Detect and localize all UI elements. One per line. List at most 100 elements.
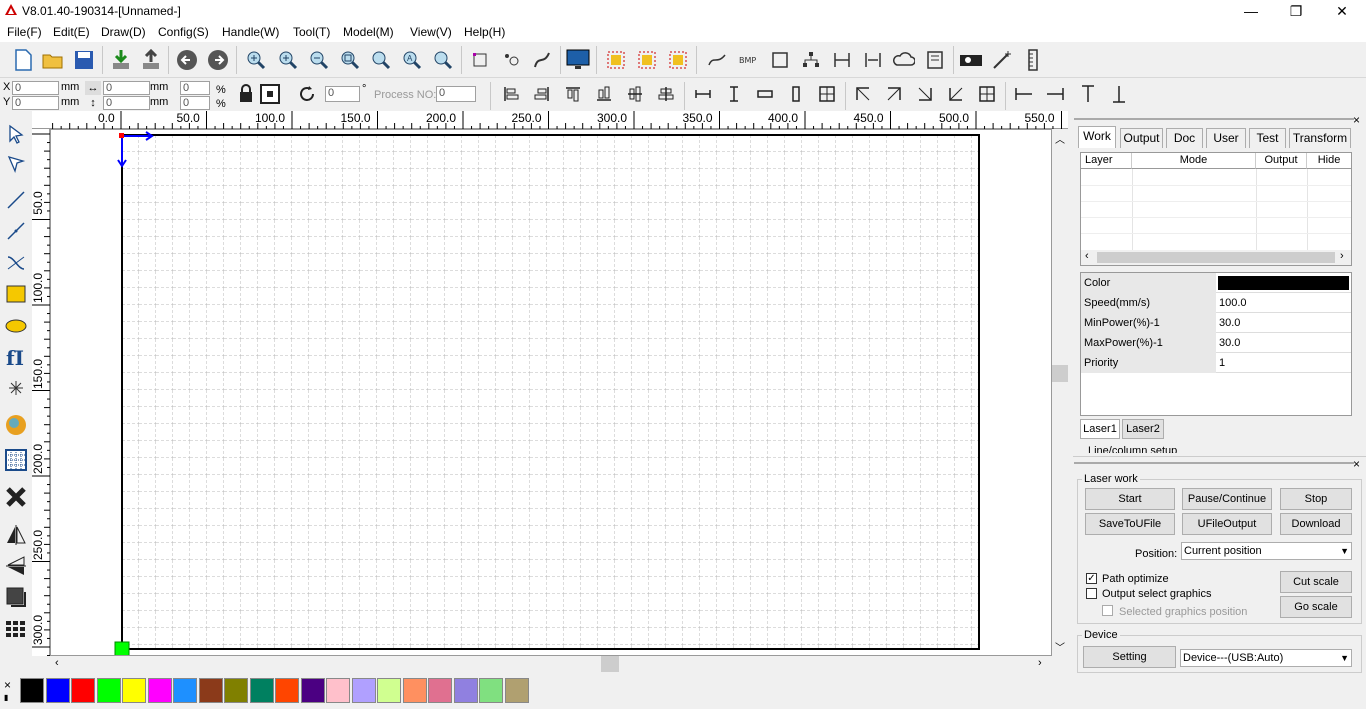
move-left-icon[interactable] [1013,83,1035,105]
preview-frame-icon[interactable] [3,584,29,610]
grid-tiles-icon[interactable] [3,616,29,642]
mirror-horizontal-icon[interactable] [3,522,29,548]
prop-row-minpower[interactable]: MinPower(%)-1 30.0 [1081,313,1351,333]
scroll-left-icon[interactable]: ‹ [55,657,59,669]
monitor-icon[interactable] [565,47,591,73]
device-setting-button[interactable]: Setting [1083,646,1176,668]
column-layer[interactable]: Layer [1081,153,1132,169]
color-swatch[interactable] [275,678,299,703]
color-swatch[interactable] [122,678,146,703]
array-icon[interactable] [634,47,660,73]
rotate-icon[interactable] [296,83,318,105]
prop-row-speed[interactable]: Speed(mm/s) 100.0 [1081,293,1351,313]
ellipse-tool-icon[interactable] [3,313,29,339]
panel-grip[interactable] [1074,118,1354,120]
cloud-icon[interactable] [891,47,917,73]
path-optimize-checkbox[interactable]: ✓ [1086,573,1097,584]
text-tool-icon[interactable]: fI [3,344,29,370]
zoom-select-icon[interactable]: A [399,47,425,73]
color-swatch[interactable] [71,678,95,703]
color-swatch[interactable] [249,678,274,703]
curve-tool-icon[interactable] [3,250,29,276]
horizontal-scroll-thumb[interactable] [601,656,619,672]
tab-work[interactable]: Work [1078,126,1116,148]
rotate-angle-input[interactable]: 0 [325,86,360,102]
prop-value-speed[interactable]: 100.0 [1217,293,1351,313]
zoom-page-icon[interactable] [337,47,363,73]
save-disk-icon[interactable] [71,47,97,73]
same-size-icon[interactable] [754,83,776,105]
move-top-right-icon[interactable] [883,83,905,105]
curve-icon[interactable] [704,47,730,73]
ruler-icon[interactable] [1020,47,1046,73]
color-swatch[interactable] [479,678,503,703]
color-swatch[interactable] [351,678,376,703]
align-distance-icon[interactable] [860,47,886,73]
device-select[interactable]: Device---(USB:Auto) ▼ [1180,649,1352,667]
color-swatch[interactable] [173,678,197,703]
zoom-icon[interactable] [243,47,269,73]
menu-config[interactable]: Config(S) [158,25,209,39]
color-swatch[interactable] [402,678,427,703]
tab-test[interactable]: Test [1249,128,1286,148]
combine-icon[interactable] [665,47,691,73]
drawing-canvas[interactable] [50,129,1052,656]
align-right-icon[interactable] [531,83,553,105]
scroll-down-icon[interactable]: ﹀ [1055,639,1065,654]
output-select-checkbox[interactable] [1086,588,1097,599]
open-folder-icon[interactable] [40,47,66,73]
laser-panel-grip[interactable] [1074,462,1354,464]
undo-icon[interactable] [174,47,200,73]
move-center-icon[interactable] [976,83,998,105]
camera-icon[interactable] [958,47,984,73]
color-swatch[interactable] [224,678,248,703]
same-size-v-icon[interactable] [785,83,807,105]
tree-icon[interactable] [798,47,824,73]
zoom-fit-icon[interactable] [430,47,456,73]
move-bottom-left-icon[interactable] [945,83,967,105]
zoom-out-icon[interactable] [306,47,332,73]
column-mode[interactable]: Mode [1132,153,1256,169]
prop-value-maxpower[interactable]: 30.0 [1217,333,1351,353]
close-button[interactable]: ✕ [1319,0,1365,22]
prop-value-priority[interactable]: 1 [1217,353,1351,373]
width-percent-input[interactable]: 0 [180,81,210,95]
maximize-button[interactable]: ❐ [1273,0,1319,22]
move-right-icon[interactable] [1044,83,1066,105]
move-bottom-icon[interactable] [1108,83,1130,105]
color-swatch[interactable] [20,678,44,703]
tab-transform[interactable]: Transform [1289,128,1351,148]
same-width-icon[interactable] [692,83,714,105]
zoom-all-icon[interactable] [368,47,394,73]
mirror-vertical-icon[interactable] [3,553,29,579]
color-swatch[interactable] [453,678,478,703]
delete-x-icon[interactable] [3,484,29,510]
minimize-button[interactable]: — [1228,0,1274,22]
tab-output[interactable]: Output [1120,128,1163,148]
panel-close-icon[interactable]: × [1353,113,1360,127]
frame-icon[interactable] [467,47,493,73]
prop-value-minpower[interactable]: 30.0 [1217,313,1351,333]
bitmap-icon[interactable]: BMP [736,47,762,73]
align-center-h-icon[interactable] [655,83,677,105]
center-align-icon[interactable] [816,83,838,105]
tab-laser2[interactable]: Laser2 [1122,419,1164,439]
height-percent-input[interactable]: 0 [180,96,210,110]
process-number-input[interactable]: 0 [436,86,476,102]
prop-row-priority[interactable]: Priority 1 [1081,353,1351,373]
layer-table[interactable]: Layer Mode Output Hide ‹ › [1080,152,1352,266]
menu-handle[interactable]: Handle(W) [222,25,279,39]
align-bottom-icon[interactable] [593,83,615,105]
layer-color-swatch[interactable] [1218,276,1349,290]
laser-pen-icon[interactable] [989,47,1015,73]
select-arrow-icon[interactable] [3,121,29,147]
menu-view[interactable]: View(V) [410,25,452,39]
import-icon[interactable] [108,47,134,73]
redo-icon[interactable] [205,47,231,73]
array-copy-icon[interactable] [603,47,629,73]
menu-tool[interactable]: Tool(T) [293,25,330,39]
curve-smooth-icon[interactable] [529,47,555,73]
menu-model[interactable]: Model(M) [343,25,394,39]
selected-position-checkbox[interactable] [1102,605,1113,616]
node-select-icon[interactable] [3,151,29,177]
